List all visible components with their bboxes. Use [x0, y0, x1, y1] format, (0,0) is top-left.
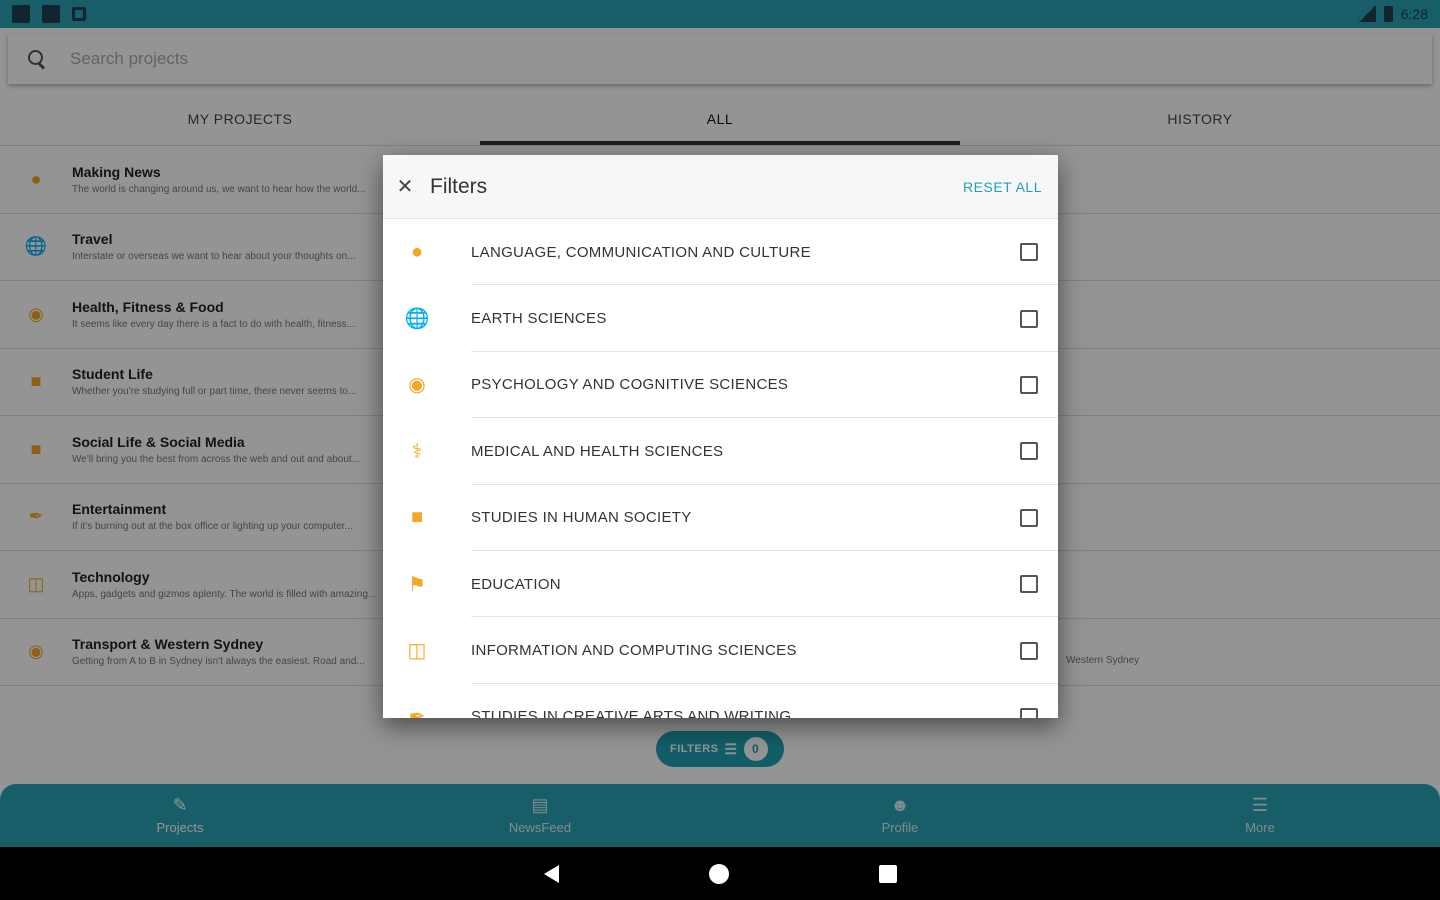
filter-item-medical[interactable]: ⚕ MEDICAL AND HEALTH SCIENCES	[383, 418, 1058, 485]
dialog-title: Filters	[430, 174, 488, 198]
dialog-header: ✕ Filters RESET ALL	[383, 155, 1058, 219]
filter-checkbox[interactable]	[1020, 243, 1038, 262]
close-icon[interactable]: ✕	[395, 174, 415, 199]
home-icon[interactable]	[708, 863, 729, 884]
filter-label: PSYCHOLOGY AND COGNITIVE SCIENCES	[471, 376, 789, 394]
building-icon: ■	[410, 506, 424, 529]
filter-checkbox[interactable]	[1020, 707, 1038, 718]
filter-list: ● LANGUAGE, COMMUNICATION AND CULTURE 🌐 …	[383, 219, 1058, 718]
filter-label: EARTH SCIENCES	[471, 310, 607, 328]
filter-checkbox[interactable]	[1020, 375, 1038, 394]
recent-apps-icon[interactable]	[878, 864, 897, 883]
filter-checkbox[interactable]	[1020, 309, 1038, 328]
globe-icon: 🌐	[404, 308, 430, 331]
filter-item-earth-sciences[interactable]: 🌐 EARTH SCIENCES	[383, 285, 1058, 353]
filter-item-education[interactable]: ⚑ EDUCATION	[383, 551, 1058, 618]
filters-dialog: ✕ Filters RESET ALL ● LANGUAGE, COMMUNIC…	[383, 155, 1058, 718]
filter-checkbox[interactable]	[1020, 575, 1038, 594]
chat-bubble-icon: ●	[410, 240, 424, 263]
filter-item-creative-arts[interactable]: ✒ STUDIES IN CREATIVE ARTS AND WRITING	[383, 684, 1058, 718]
filter-item-computing[interactable]: ◫ INFORMATION AND COMPUTING SCIENCES	[383, 617, 1058, 685]
filter-item-human-society[interactable]: ■ STUDIES IN HUMAN SOCIETY	[383, 485, 1058, 552]
feather-icon: ✒	[408, 706, 426, 718]
system-navigation-bar	[0, 847, 1440, 900]
devices-icon: ◫	[407, 640, 427, 663]
filter-checkbox[interactable]	[1020, 442, 1038, 461]
brain-icon: ◉	[408, 374, 426, 397]
filter-label: MEDICAL AND HEALTH SCIENCES	[471, 442, 724, 460]
filter-checkbox[interactable]	[1020, 508, 1038, 527]
graduation-cap-icon: ⚑	[408, 573, 426, 596]
filter-label: STUDIES IN HUMAN SOCIETY	[471, 509, 692, 527]
filter-label: EDUCATION	[471, 575, 561, 593]
filter-checkbox[interactable]	[1020, 641, 1038, 660]
reset-all-button[interactable]: RESET ALL	[963, 179, 1042, 195]
filter-item-psychology[interactable]: ◉ PSYCHOLOGY AND COGNITIVE SCIENCES	[383, 352, 1058, 419]
back-icon[interactable]	[543, 864, 559, 883]
filter-label: LANGUAGE, COMMUNICATION AND CULTURE	[471, 243, 811, 261]
filter-label: STUDIES IN CREATIVE ARTS AND WRITING	[471, 708, 792, 718]
filter-item-language[interactable]: ● LANGUAGE, COMMUNICATION AND CULTURE	[383, 219, 1058, 286]
filter-label: INFORMATION AND COMPUTING SCIENCES	[471, 642, 797, 660]
stethoscope-icon: ⚕	[411, 440, 423, 463]
